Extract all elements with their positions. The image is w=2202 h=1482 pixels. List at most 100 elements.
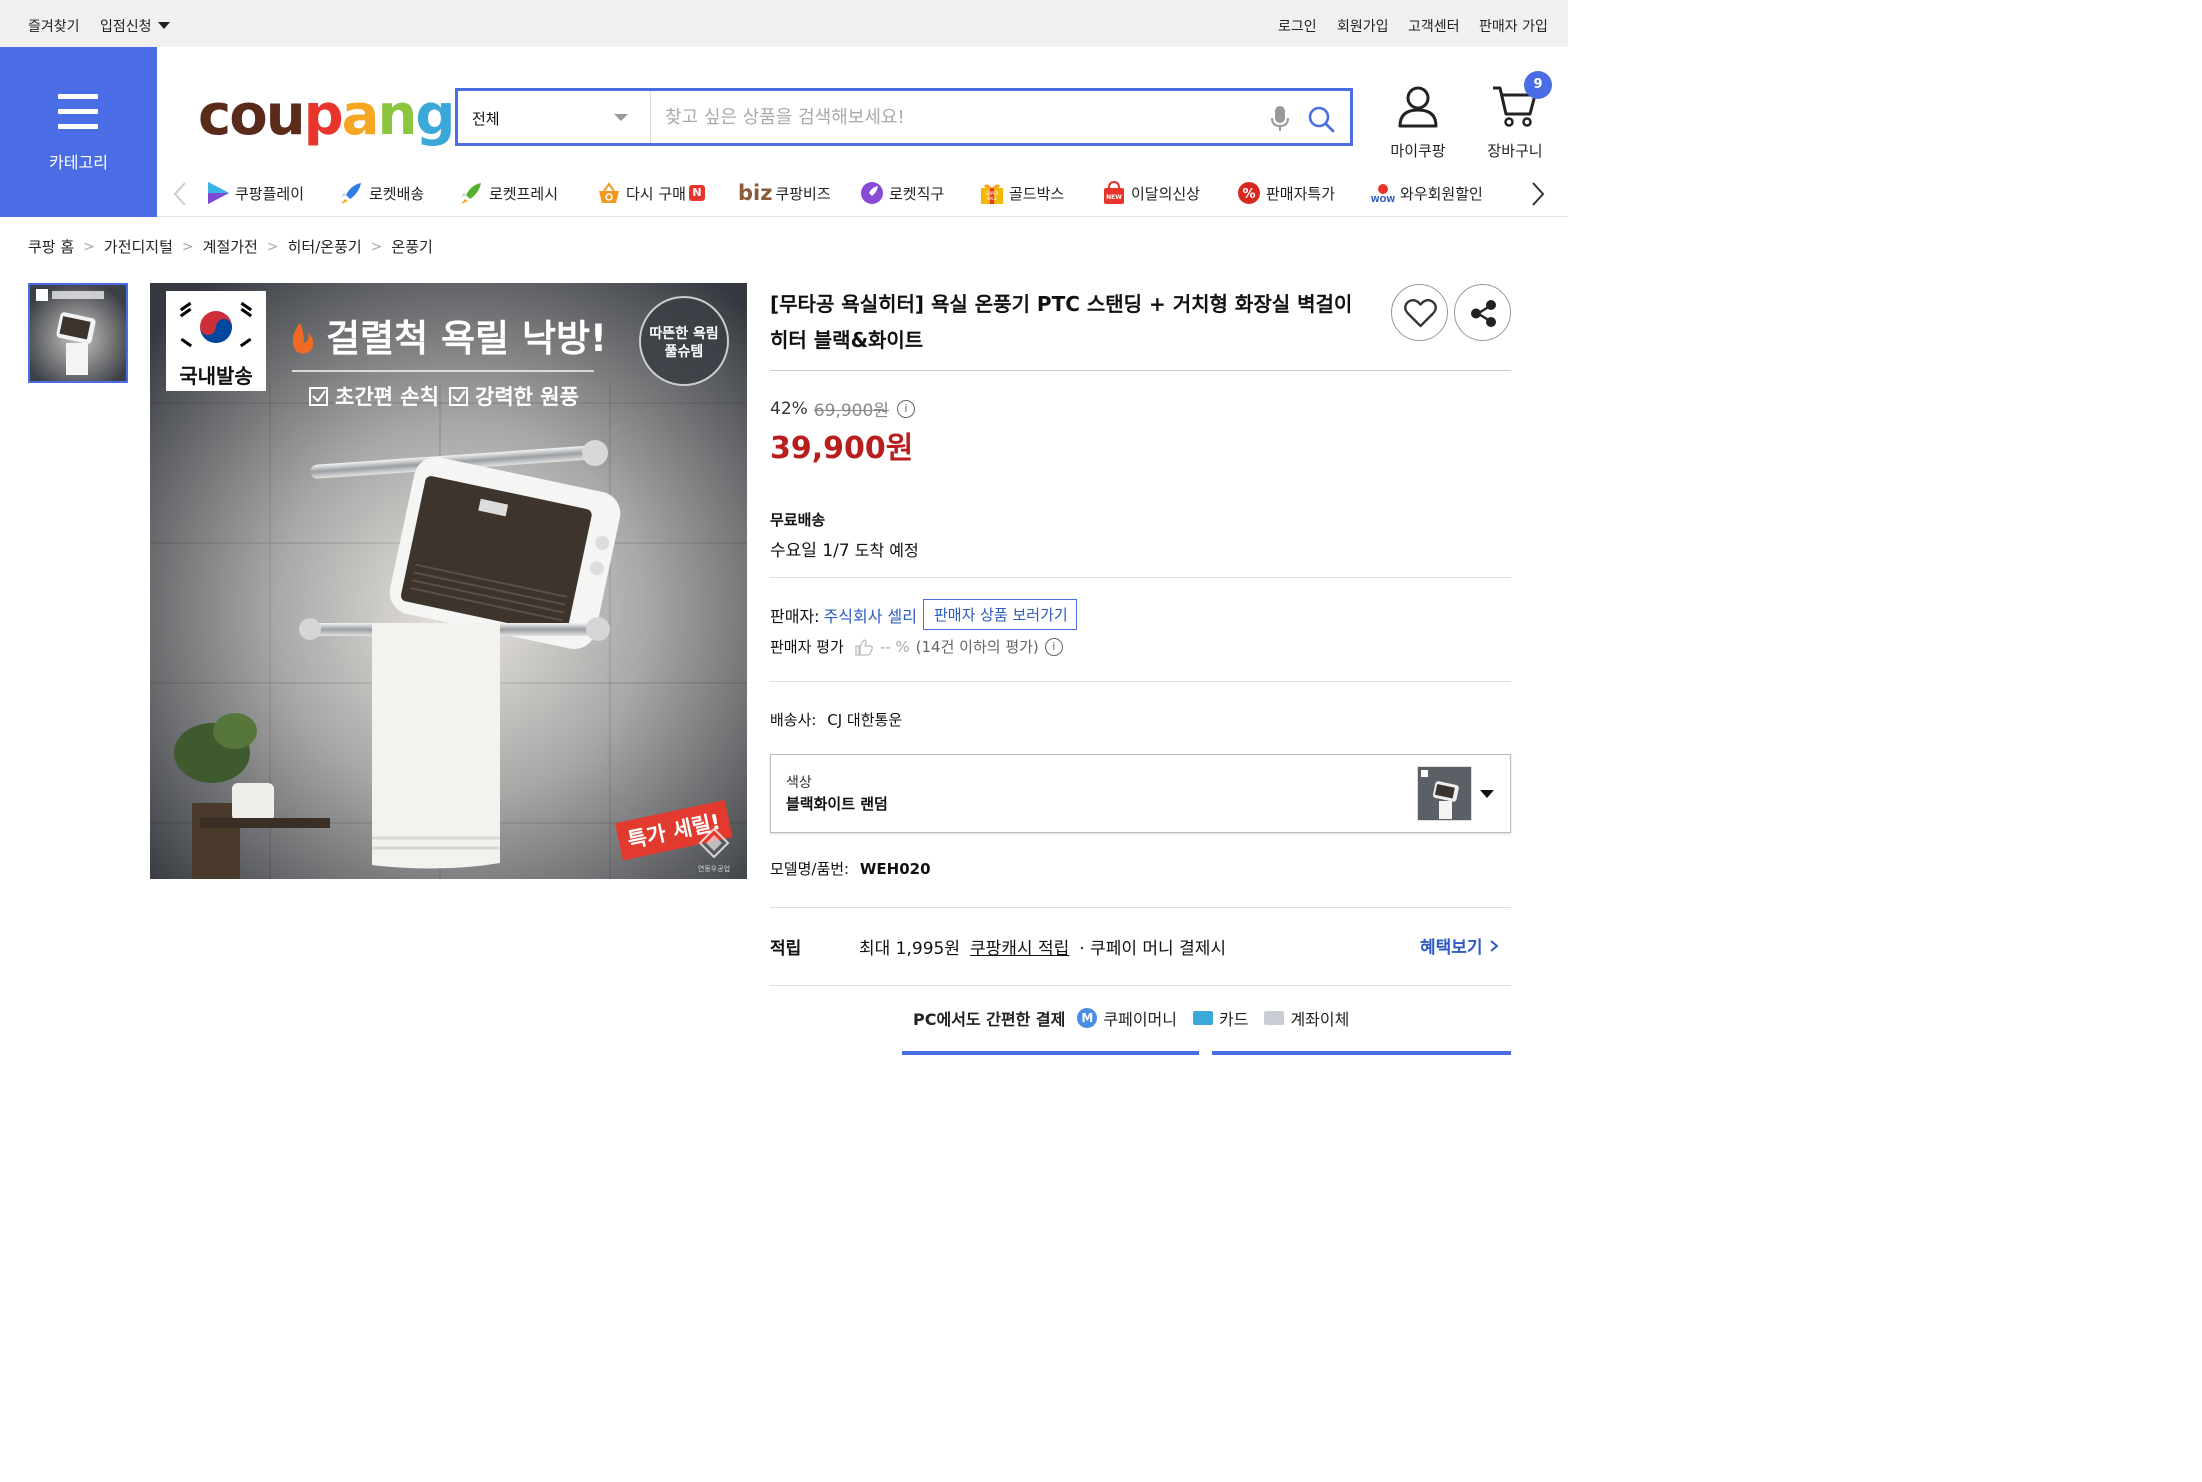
wishlist-button[interactable] [1391, 284, 1448, 341]
chevron-left-icon[interactable] [172, 181, 188, 207]
cart-button-edge[interactable] [1212, 1051, 1511, 1055]
payment-method: 카드 [1218, 1010, 1249, 1029]
carrier-row: 배송사: CJ 대한통운 [770, 709, 902, 730]
divider [770, 370, 1511, 371]
quicknav-label: 로켓직구 [889, 184, 945, 203]
category-menu-button[interactable]: 카테고리 [0, 47, 157, 217]
hamburger-icon-line [58, 124, 98, 129]
bookmark-link[interactable]: 즐겨찾기 [28, 16, 80, 36]
cart-count-badge: 9 [1524, 71, 1552, 99]
rating-note: (14건 이하의 평가) [915, 638, 1039, 656]
divider [770, 681, 1511, 682]
search-category-value: 전체 [472, 110, 500, 128]
coupang-cash-link[interactable]: 쿠팡캐시 적립 [970, 934, 1069, 959]
quicknav-rocket-fresh[interactable]: 로켓프레시 [459, 180, 558, 206]
rating-label: 판매자 평가 [770, 638, 844, 656]
search-input[interactable] [652, 91, 1252, 143]
quicknav-label: 쿠팡플레이 [235, 184, 305, 203]
breadcrumb-item[interactable]: 온풍기 [391, 236, 432, 257]
super-sale-text-2: SALE [987, 196, 998, 201]
image-headline: 걸렬척 욕릴 낙방! [326, 317, 607, 360]
new-text: NEW [1106, 194, 1122, 201]
breadcrumb-item[interactable]: 히터/온풍기 [288, 236, 362, 257]
image-sub1: 초간편 손칙 [335, 385, 439, 409]
benefit-link[interactable]: 혜택보기 [1420, 933, 1499, 958]
login-link[interactable]: 로그인 [1278, 16, 1317, 36]
seller-label: 판매자: [770, 606, 820, 626]
share-button[interactable] [1454, 284, 1511, 341]
product-thumbnail[interactable] [28, 283, 128, 383]
product-title: [무타공 욕실히터] 욕실 온풍기 PTC 스탠딩 + 거치형 화장실 벽걸이 … [770, 292, 1353, 352]
wow-icon: WOW [1371, 184, 1396, 204]
rating-value: -- % [879, 637, 910, 656]
quicknav-label: 로켓프레시 [489, 184, 559, 203]
search-category-select[interactable]: 전체 [458, 91, 651, 143]
quicknav-seller-deals[interactable]: % 판매자특가 [1236, 180, 1335, 206]
basket-icon [599, 182, 619, 203]
divider [770, 577, 1511, 578]
seller-name-link[interactable]: 주식회사 셀리 [824, 603, 917, 627]
play-icon [208, 182, 229, 204]
search-bar: 전체 [455, 88, 1353, 146]
customer-center-link[interactable]: 고객센터 [1408, 16, 1460, 36]
shopping-bag-icon: NEW [1104, 181, 1124, 204]
sale-price: 39,900원 [770, 431, 914, 466]
heart-icon [1404, 299, 1437, 328]
quicknav-rebuy[interactable]: 다시 구매 N [596, 180, 705, 206]
reward-suffix: · 쿠페이 머니 결제시 [1079, 939, 1226, 959]
arrival-suffix: 도착 예정 [854, 541, 919, 560]
search-icon[interactable] [1306, 104, 1336, 134]
seller-signup-link[interactable]: 판매자 가입 [1479, 16, 1548, 36]
breadcrumb: 쿠팡 홈 > 가전디지털 > 계절가전 > 히터/온풍기 > 온풍기 [28, 236, 433, 257]
biz-logo: biz [738, 181, 773, 205]
divider [770, 985, 1511, 986]
cart-label: 장바구니 [1487, 142, 1543, 160]
price-meta: 42% 69,900원 i [770, 396, 915, 421]
quicknav-rocket-delivery[interactable]: 로켓배송 [339, 180, 424, 206]
quicknav-coupangplay[interactable]: 쿠팡플레이 [205, 180, 304, 206]
microphone-icon[interactable] [1268, 104, 1292, 134]
seller-rating-row: 판매자 평가 -- % (14건 이하의 평가) i [770, 636, 1063, 657]
gift-box-icon: SUPER SALE [981, 184, 1003, 204]
top-utility-bar: 즐겨찾기 입점신청 로그인 회원가입 고객센터 판매자 가입 [0, 0, 1568, 47]
product-main-image[interactable]: 국내발송 걸렬척 욕릴 낙방! 초간편 손칙 강력한 원풍 따뜬한 욕림 풀슈템… [150, 283, 747, 879]
quicknav-coupang-biz[interactable]: biz 쿠팡비즈 [738, 180, 831, 206]
chevron-right-icon[interactable] [1530, 181, 1546, 207]
seller-products-button[interactable]: 판매자 상품 보러가기 [922, 599, 1077, 630]
divider [770, 907, 1511, 908]
quicknav-label: 이달의신상 [1131, 184, 1201, 203]
signup-link[interactable]: 회원가입 [1337, 16, 1389, 36]
wow-text: WOW [1371, 195, 1396, 204]
arrival-date: 수요일 1/7 [770, 541, 850, 561]
quicknav-rocket-direct[interactable]: 로켓직구 [859, 180, 944, 206]
hamburger-icon-line [58, 109, 98, 114]
thumbs-up-icon [855, 638, 873, 656]
reward-label: 적립 [770, 939, 802, 959]
hamburger-icon [58, 94, 98, 99]
percent-badge-icon: % [1238, 182, 1260, 204]
breadcrumb-item[interactable]: 가전디지털 [104, 236, 173, 257]
option-select[interactable]: 색상 블랙화이트 랜덤 [770, 754, 1511, 833]
quicknav-new-arrivals[interactable]: NEW 이달의신상 [1101, 180, 1200, 206]
model-row: 모델명/품번: WEH020 [770, 858, 931, 879]
payment-title: PC에서도 간편한 결제 [913, 1010, 1066, 1029]
info-icon[interactable]: i [896, 399, 915, 418]
chevron-down-icon [614, 114, 628, 121]
chevron-right-icon: > [266, 238, 279, 255]
breadcrumb-item[interactable]: 쿠팡 홈 [28, 236, 74, 257]
image-circle-text2: 풀슈템 [665, 343, 704, 360]
quicknav-wow-discount[interactable]: WOW 와우회원할인 [1370, 180, 1491, 206]
info-icon[interactable]: i [1044, 637, 1063, 656]
quicknav-label: 로켓배송 [369, 184, 425, 203]
buy-button-edge[interactable] [902, 1051, 1199, 1055]
coupang-logo[interactable]: coupang [198, 80, 455, 152]
quicknav-goldbox[interactable]: SUPER SALE 골드박스 [979, 180, 1064, 206]
category-label: 카테고리 [49, 153, 108, 172]
quicknav-label: 골드박스 [1009, 184, 1065, 203]
n-badge: N [688, 185, 705, 201]
rocket-icon [341, 183, 361, 204]
arrival-info: 수요일 1/7 도착 예정 [770, 536, 919, 561]
breadcrumb-item[interactable]: 계절가전 [203, 236, 258, 257]
seller-apply-link[interactable]: 입점신청 [100, 16, 170, 36]
mycoupang-button[interactable]: 마이쿠팡 [1382, 84, 1454, 161]
